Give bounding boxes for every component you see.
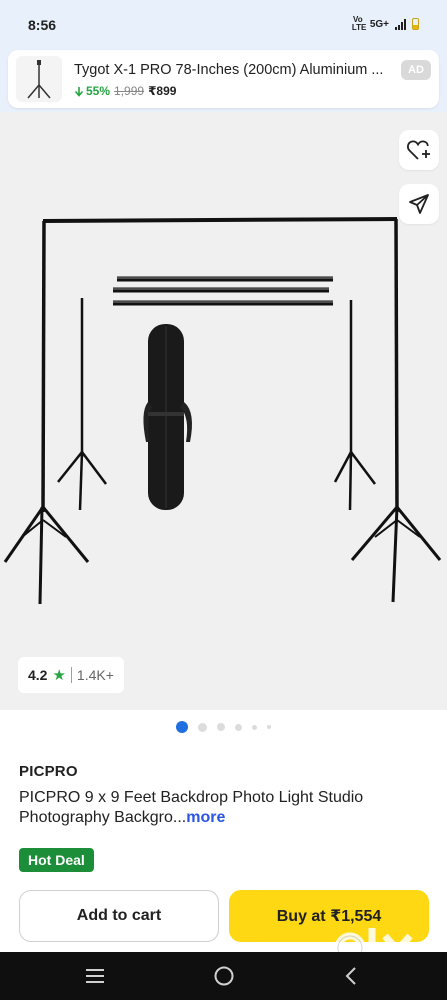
volte-indicator: Vo LTE	[351, 15, 367, 32]
ad-badge: AD	[401, 60, 431, 80]
ad-title: Tygot X-1 PRO 78-Inches (200cm) Aluminiu…	[74, 62, 384, 78]
ad-product-thumbnail	[16, 56, 62, 102]
ad-price: ₹899	[148, 84, 177, 98]
status-time: 8:56	[28, 17, 57, 33]
product-title: PICPRO 9 x 9 Feet Backdrop Photo Light S…	[19, 788, 429, 828]
share-button[interactable]	[399, 184, 439, 224]
carousel-dot[interactable]	[252, 724, 257, 730]
nav-back-button[interactable]	[336, 964, 366, 988]
ad-discount-value: 55%	[86, 84, 111, 98]
status-bar: 8:56 Vo LTE 5G+	[0, 0, 447, 46]
rating-count: 1.4K+	[76, 667, 114, 683]
ad-banner: Tygot X-1 PRO 78-Inches (200cm) Aluminiu…	[0, 46, 447, 112]
add-to-cart-button[interactable]: Add to cart	[19, 890, 219, 942]
network-type: 5G+	[369, 18, 389, 30]
rating-divider	[70, 667, 72, 683]
wishlist-button[interactable]	[399, 130, 439, 170]
system-navigation-bar	[0, 952, 447, 1000]
carousel-dot[interactable]	[267, 725, 271, 729]
nav-home-button[interactable]	[209, 964, 239, 988]
carousel-dot[interactable]	[198, 722, 207, 732]
nav-menu-button[interactable]	[80, 964, 110, 988]
sponsored-product-card[interactable]: Tygot X-1 PRO 78-Inches (200cm) Aluminiu…	[8, 50, 439, 108]
menu-icon	[86, 969, 104, 983]
status-icons: Vo LTE 5G+	[352, 16, 419, 32]
heart-plus-icon	[407, 140, 430, 160]
product-image-gallery[interactable]: 4.2 ★ 1.4K+	[0, 112, 447, 710]
star-icon: ★	[52, 667, 66, 684]
carousel-dot[interactable]	[235, 723, 242, 731]
ad-discount: 55%	[74, 84, 110, 98]
signal-icon	[395, 18, 406, 30]
more-link[interactable]: more	[186, 809, 225, 826]
ad-mrp: 1,999	[114, 84, 145, 98]
home-circle-icon	[214, 966, 234, 986]
hot-deal-badge: Hot Deal	[19, 848, 94, 872]
rating-chip[interactable]: 4.2 ★ 1.4K+	[18, 657, 124, 693]
carousel-dot[interactable]	[217, 723, 225, 731]
product-image	[3, 217, 442, 605]
ad-price-row: 55% 1,999 ₹899	[74, 84, 176, 98]
carousel-dot-active[interactable]	[176, 721, 188, 733]
back-chevron-icon	[345, 967, 356, 985]
rating-value: 4.2	[28, 667, 48, 683]
down-arrow-icon	[74, 86, 84, 97]
carousel-indicator[interactable]	[0, 720, 447, 734]
battery-icon	[412, 18, 419, 30]
share-icon	[409, 194, 429, 214]
brand-name: PICPRO	[19, 763, 78, 780]
